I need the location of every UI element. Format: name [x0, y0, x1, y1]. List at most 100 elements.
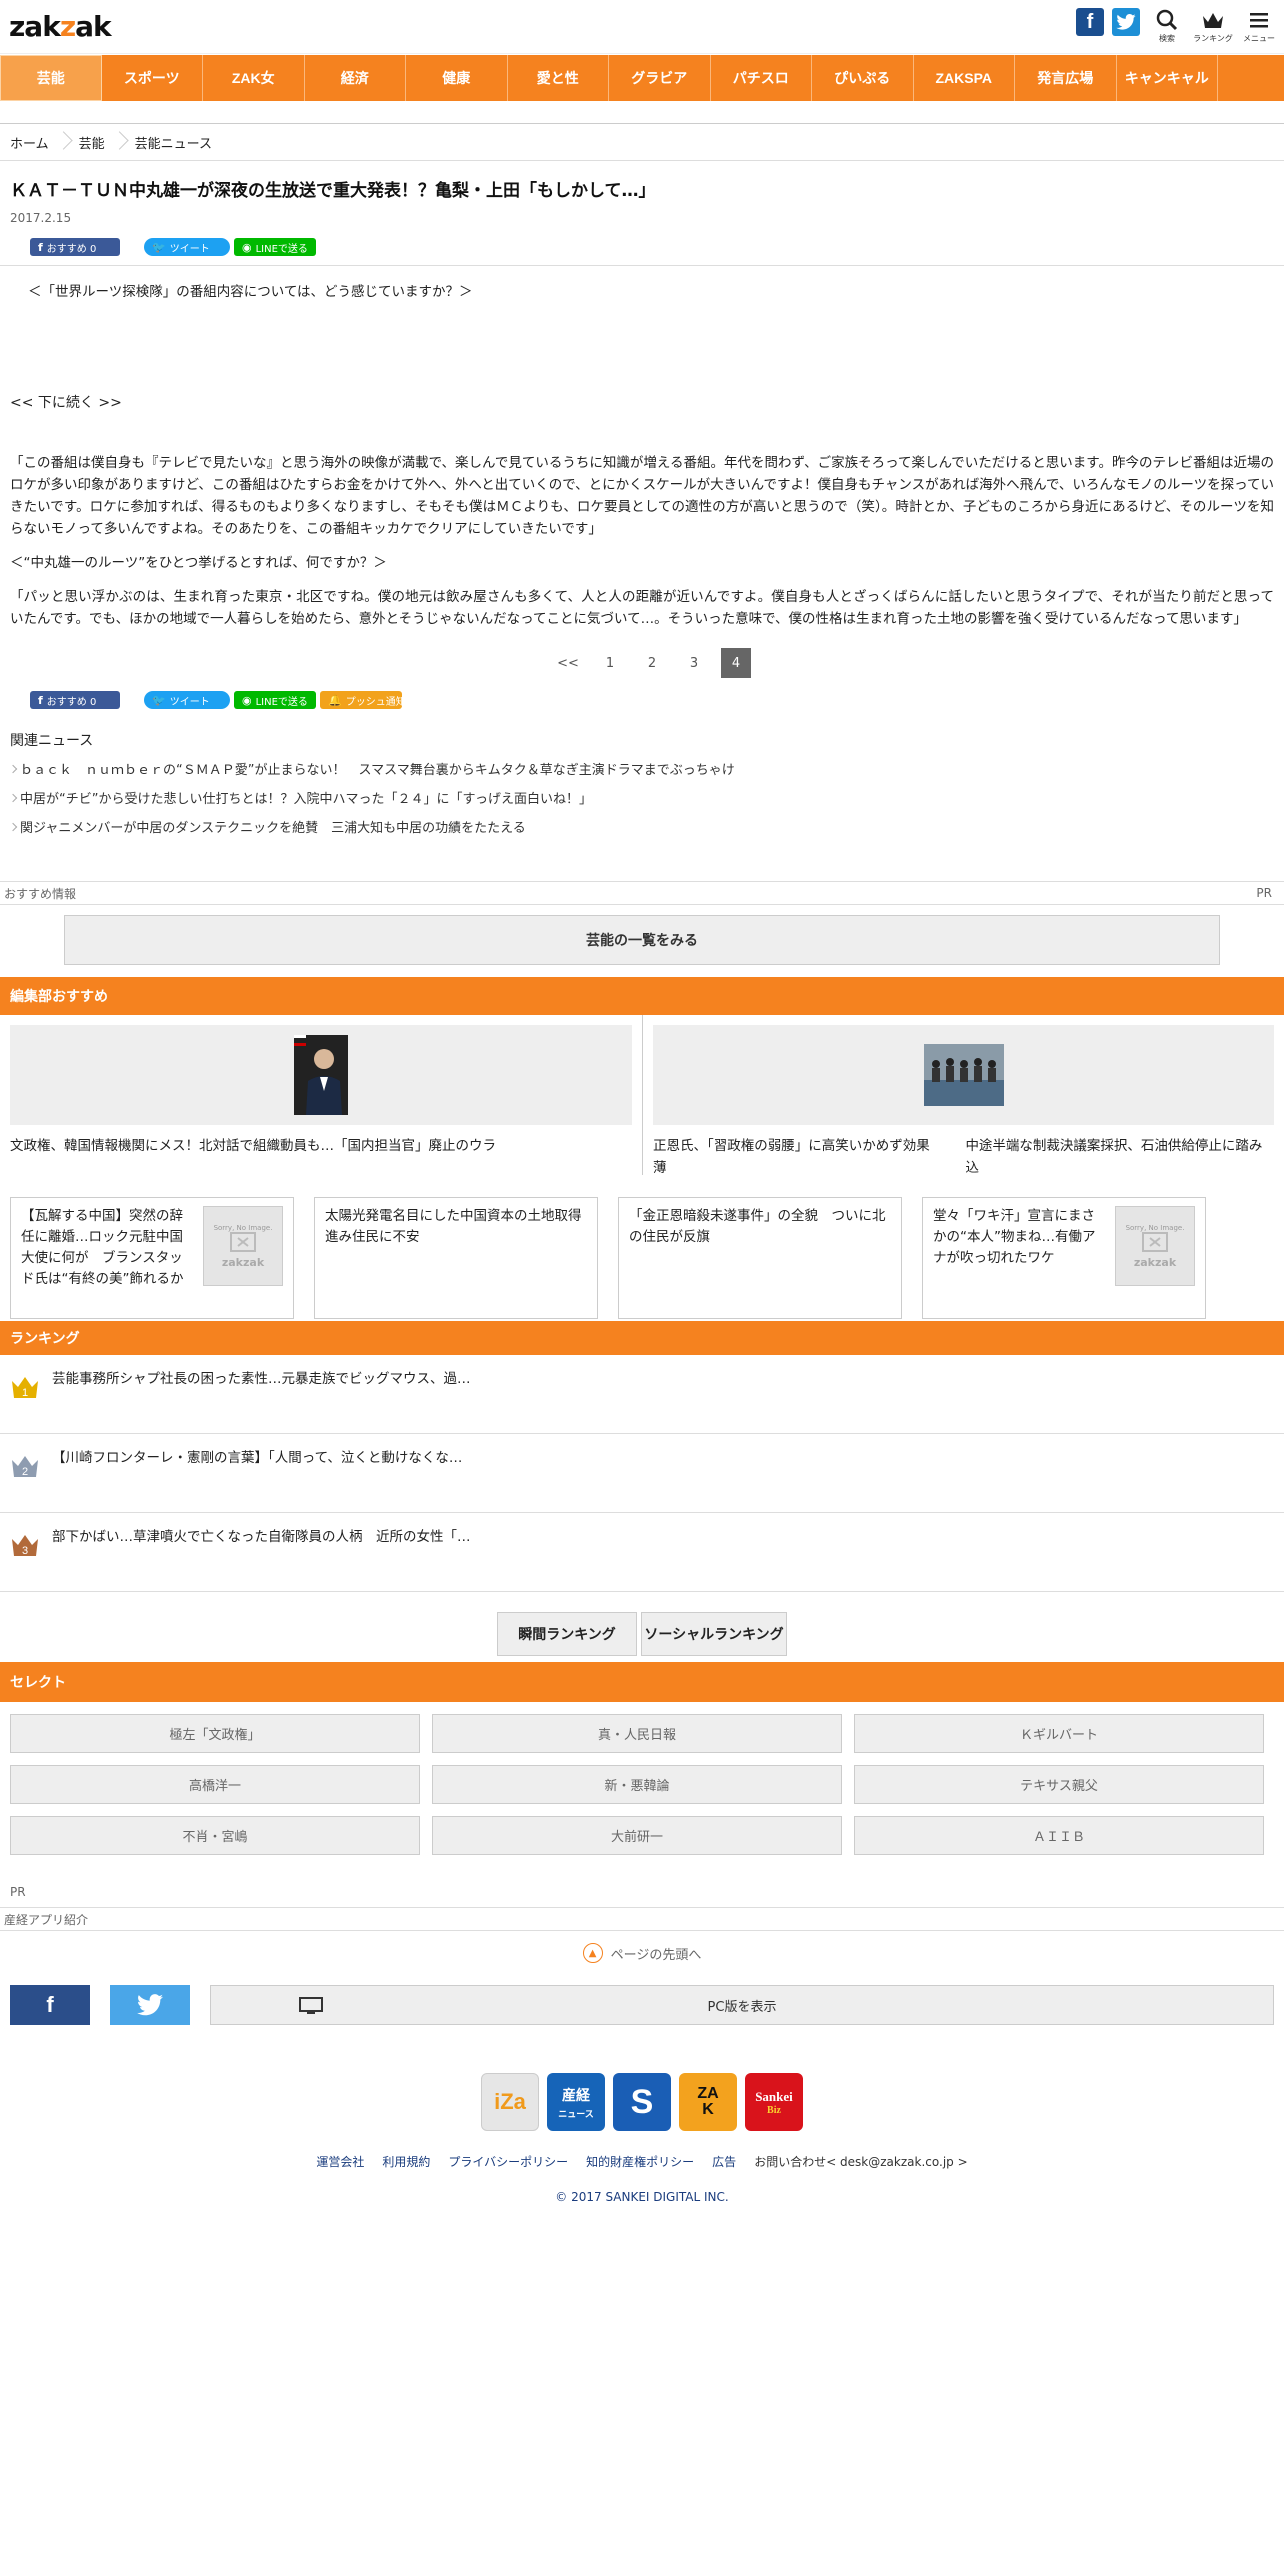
recommended-info-bar: おすすめ情報 PR — [0, 881, 1284, 905]
facebook-glyph: f — [1086, 10, 1094, 33]
twitter-icon[interactable] — [1112, 8, 1140, 36]
facebook-footer-button[interactable]: f — [10, 1985, 90, 2025]
twitter-bird-icon: 🐦 — [152, 693, 166, 707]
select-item[interactable]: 大前研一 — [432, 1816, 842, 1855]
search-button[interactable]: 検索 — [1148, 8, 1186, 44]
related-news-item[interactable]: 関ジャニメンバーが中居のダンステクニックを絶賛 三浦大知も中居の功績をたたえる — [10, 814, 1274, 843]
footer-link-privacy[interactable]: プライバシーポリシー — [448, 2153, 568, 2170]
facebook-share-button[interactable]: f おすすめ 0 — [30, 691, 120, 709]
ranking-item[interactable]: 2 【川崎フロンターレ・憲剛の言葉】「人間って、泣くと動けなくな… — [0, 1434, 1284, 1513]
pagination-prev[interactable]: << — [553, 648, 583, 678]
nav-item-economy[interactable]: 経済 — [305, 55, 406, 101]
select-item[interactable]: 極左「文政権」 — [10, 1714, 420, 1753]
facebook-icon[interactable]: f — [1076, 8, 1104, 36]
breadcrumb-home[interactable]: ホーム — [10, 133, 49, 152]
line-share-button[interactable]: ◉ LINEで送る — [234, 691, 316, 709]
pagination-page-2[interactable]: 2 — [637, 648, 667, 678]
ranking-item[interactable]: 1 芸能事務所シャプ社長の困った素性…元暴走族でビッグマウス、過… — [0, 1355, 1284, 1434]
sanspo-logo[interactable]: S — [613, 2073, 671, 2131]
header-tools: f 検索 ランキング メニュー — [1076, 8, 1278, 44]
breadcrumb-entertainment-news[interactable]: 芸能ニュース — [135, 133, 212, 152]
pagination-page-1[interactable]: 1 — [595, 648, 625, 678]
no-image-placeholder: Sorry, No Image. zakzak — [203, 1206, 283, 1286]
nav-item-love[interactable]: 愛と性 — [508, 55, 609, 101]
bell-icon: 🔔 — [328, 693, 342, 707]
pc-version-button[interactable]: PC版を表示 — [210, 1985, 1274, 2025]
facebook-share-button[interactable]: f おすすめ 0 — [30, 238, 120, 256]
select-item[interactable]: 真・人民日報 — [432, 1714, 842, 1753]
sankei-logo-sub: ニュース — [558, 2108, 594, 2119]
nav-item-forum[interactable]: 発言広場 — [1015, 55, 1117, 101]
select-item[interactable]: 不肖・宮嶋 — [10, 1816, 420, 1855]
nav-item-sports[interactable]: スポーツ — [102, 55, 203, 101]
push-label: プッシュ通知 — [345, 696, 406, 708]
pagination-page-3[interactable]: 3 — [679, 648, 709, 678]
ranking-headline: 【川崎フロンターレ・憲剛の言葉】「人間って、泣くと動けなくな… — [52, 1450, 463, 1466]
editor-pick[interactable]: 正恩氏、「習政権の弱腰」に高笑いかめず効果薄 中途半端な制裁決議案採択、石油供給… — [642, 1015, 1284, 1176]
nav-item-health[interactable]: 健康 — [406, 55, 508, 101]
nav-item-pachislo[interactable]: パチスロ — [711, 55, 812, 101]
ranking-item[interactable]: 3 部下かばい…草津噴火で亡くなった自衛隊員の人柄 近所の女性「… — [0, 1513, 1284, 1592]
logo-text-accent: z — [59, 10, 76, 43]
news-card[interactable]: 堂々「ワキ汗」宣言にまさかの“本人”物まね…有働アナが吹っ切れたワケ Sorry… — [922, 1197, 1206, 1319]
pc-version-label: PC版を表示 — [707, 1999, 777, 2015]
tab-instant-ranking[interactable]: 瞬間ランキング — [497, 1612, 637, 1656]
gold-crown-icon: 1 — [12, 1377, 38, 1399]
select-item[interactable]: Ｋギルバート — [854, 1714, 1264, 1753]
news-card-headline: 「金正恩暗殺未遂事件」の全貌 ついに北の住民が反旗 — [629, 1208, 886, 1245]
facebook-icon: f — [38, 693, 43, 707]
zakzak-logo[interactable]: zak z ak — [9, 10, 112, 43]
back-to-top-link[interactable]: ▲ ページの先頭へ — [0, 1943, 1284, 1963]
nav-item-zakspa[interactable]: ZAKSPA — [914, 55, 1015, 101]
related-news-item[interactable]: 中居が“チビ”から受けた悲しい仕打ちとは！？入院中ハマった「２４」に「すっげえ面… — [10, 785, 1274, 814]
tweet-button[interactable]: 🐦 ツイート — [144, 691, 230, 709]
nav-item-campaign[interactable]: キャンキャル — [1117, 55, 1218, 101]
footer-link-terms[interactable]: 利用規約 — [382, 2153, 430, 2170]
ranking-tabs: 瞬間ランキング ソーシャルランキング — [0, 1612, 1284, 1656]
news-card[interactable]: 「金正恩暗殺未遂事件」の全貌 ついに北の住民が反旗 — [618, 1197, 902, 1319]
no-image-brand: zakzak — [1133, 1255, 1177, 1269]
footer-link-ip-policy[interactable]: 知的財産権ポリシー — [586, 2153, 694, 2170]
editor-pick[interactable]: 文政権、韓国情報機関にメス！北対話で組織動員も…「国内担当官」廃止のウラ — [0, 1015, 642, 1175]
select-item[interactable]: 高橋洋一 — [10, 1765, 420, 1804]
zak-logo-text: ZA K — [697, 2085, 719, 2118]
nav-item-entertainment[interactable]: 芸能 — [0, 55, 102, 101]
related-news-item[interactable]: ｂａｃｋ ｎｕｍｂｅｒの“ＳＭＡＰ愛”が止まらない！ スマスマ舞台裏からキムタク… — [10, 756, 1274, 785]
nav-item-zakjo[interactable]: ZAK女 — [203, 55, 305, 101]
iza-logo[interactable]: iZa — [481, 2073, 539, 2131]
sankei-biz-logo[interactable]: Sankei Biz — [745, 2073, 803, 2131]
nav-item-gravure[interactable]: グラビア — [609, 55, 711, 101]
chevron-up-icon: ▲ — [582, 1943, 603, 1963]
twitter-footer-button[interactable] — [110, 1985, 190, 2025]
editor-picks-heading: 編集部おすすめ — [0, 977, 1284, 1015]
pick-headline: 正恩氏、「習政権の弱腰」に高笑いかめず効果薄 — [653, 1138, 930, 1176]
tweet-button[interactable]: 🐦 ツイート — [144, 238, 230, 256]
ranking-button[interactable]: ランキング — [1193, 8, 1233, 44]
breadcrumb-entertainment[interactable]: 芸能 — [79, 133, 105, 152]
push-notification-button[interactable]: 🔔 プッシュ通知 — [320, 691, 406, 709]
view-entertainment-list-button[interactable]: 芸能の一覧をみる — [64, 915, 1220, 965]
bronze-crown-icon: 3 — [12, 1535, 38, 1557]
no-image-text: Sorry, No Image. — [213, 1223, 273, 1232]
pagination-page-4-current[interactable]: 4 — [721, 648, 751, 678]
line-share-button[interactable]: ◉ LINEで送る — [234, 238, 316, 256]
zakzak-footer-logo[interactable]: ZA K — [679, 2073, 737, 2131]
select-item[interactable]: テキサス親父 — [854, 1765, 1264, 1804]
tab-social-ranking[interactable]: ソーシャルランキング — [641, 1612, 787, 1656]
copyright: © 2017 SANKEI DIGITAL INC. — [555, 2190, 729, 2204]
select-item[interactable]: ＡＩＩＢ — [854, 1816, 1264, 1855]
search-icon — [1156, 9, 1178, 31]
footer-link-ads[interactable]: 広告 — [712, 2153, 736, 2170]
select-item[interactable]: 新・悪韓論 — [432, 1765, 842, 1804]
footer-contact[interactable]: お問い合わせ< desk@zakzak.co.jp > — [754, 2153, 967, 2170]
article-title: ＫＡＴ－ＴＵＮ中丸雄一が深夜の生放送で重大発表！？亀梨・上田「もしかして…」 — [10, 181, 656, 201]
ranking-headline: 芸能事務所シャプ社長の困った素性…元暴走族でビッグマウス、過… — [52, 1371, 471, 1387]
nav-item-people[interactable]: ぴいぷる — [812, 55, 914, 101]
menu-button[interactable]: メニュー — [1240, 8, 1278, 44]
footer-link-company[interactable]: 運営会社 — [316, 2153, 364, 2170]
sankei-news-logo[interactable]: 産経 ニュース — [547, 2073, 605, 2131]
article-question-2: ＜“中丸雄一のルーツ”をひとつ挙げるとすれば、何ですか？＞ — [10, 555, 387, 571]
news-card[interactable]: 【瓦解する中国】突然の辞任に離婚…ロック元駐中国大使に何が ブランスタッド氏は“… — [10, 1197, 294, 1319]
news-card[interactable]: 太陽光発電名目にした中国資本の土地取得進み住民に不安 — [314, 1197, 598, 1319]
